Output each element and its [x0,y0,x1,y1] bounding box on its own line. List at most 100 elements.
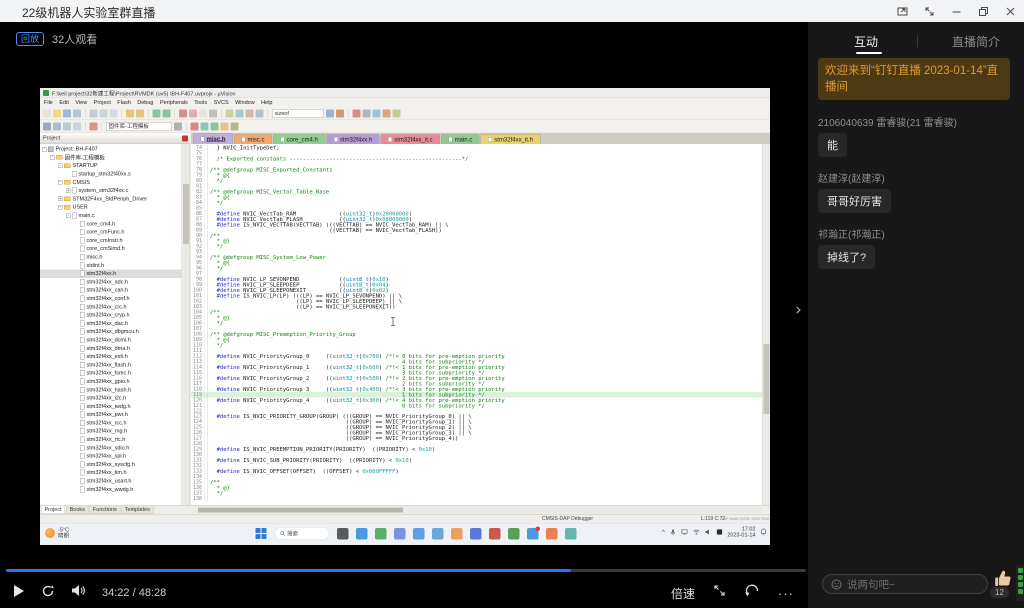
replay-button[interactable] [41,584,55,603]
start-button[interactable] [255,528,267,540]
tree-item[interactable]: stm32f4xx_i2c.h [40,394,182,402]
workspace-tab-functions[interactable]: Functions [89,506,121,514]
tree-item[interactable]: core_cmSimd.h [40,245,182,253]
toolbar-icon[interactable] [43,122,51,131]
toolbar-icon[interactable] [189,109,197,118]
emoji-icon[interactable] [831,579,842,590]
toolbar-icon[interactable] [53,109,61,118]
tree-expander[interactable]: - [42,147,47,152]
editor-tab[interactable]: stm32f4xx_it.h [480,134,541,144]
menu-project[interactable]: Project [94,100,111,106]
taskbar-app-icon[interactable] [394,527,406,540]
tree-item[interactable]: core_cmInstr.h [40,236,182,244]
menu-edit[interactable]: Edit [59,100,68,106]
toolbar-icon[interactable] [63,122,71,131]
editor-scrollbar[interactable] [762,144,770,505]
toolbar-icon[interactable] [352,109,361,118]
taskbar-app-icon[interactable] [565,527,577,540]
tab-interaction[interactable]: 互动 [854,33,878,50]
toolbar-icon[interactable] [199,109,207,118]
restore-icon[interactable] [978,6,989,17]
notification-bell-icon[interactable] [760,528,767,536]
taskbar-app-icon[interactable] [432,527,444,540]
tree-item[interactable]: stm32f4xx_gpio.h [40,377,182,385]
taskbar-app-icon[interactable] [451,527,463,540]
tree-item[interactable]: stm32f4xx_rcc.h [40,419,182,427]
toolbar-icon[interactable] [372,109,381,118]
reactions-widget[interactable] [1016,565,1024,601]
tree-item[interactable]: stm32f4xx_wwdg.h [40,485,182,493]
menu-view[interactable]: View [75,100,87,106]
target-select[interactable]: 固件库-工程模板 [106,121,172,131]
fullscreen-button[interactable] [713,584,726,602]
toolbar-icon[interactable] [53,122,61,131]
tree-expander[interactable]: - [58,163,63,168]
tree-item[interactable]: stm32f4xx_hash.h [40,386,182,394]
menu-tools[interactable]: Tools [194,100,207,106]
toolbar-icon[interactable] [235,109,244,118]
popout-icon[interactable] [897,6,908,17]
toolbar-icon[interactable] [89,122,98,131]
mirror-button[interactable] [744,584,760,602]
tree-item[interactable]: stm32f4xx_conf.h [40,294,182,302]
minimize-icon[interactable] [951,6,962,17]
tree-item[interactable]: stdint.h [40,261,182,269]
tree-item[interactable]: stm32f4xx_crc.h [40,303,182,311]
toolbar-icon[interactable] [336,109,344,118]
menu-window[interactable]: Window [235,100,255,106]
find-combobox[interactable]: sizeof [272,108,324,118]
toolbar-icon[interactable] [73,109,81,118]
menu-svcs[interactable]: SVCS [214,100,229,106]
toolbar-icon[interactable] [136,109,144,118]
tree-item[interactable]: - STARTUP [40,162,182,170]
toolbar-icon[interactable] [220,122,229,131]
toolbar-icon[interactable] [190,122,199,131]
editor-tab[interactable]: stm32f4xx_it.c [380,134,441,144]
menu-flash[interactable]: Flash [117,100,130,106]
tree-item[interactable]: stm32f4xx_syscfg.h [40,460,182,468]
tree-item[interactable]: + STM32F4xx_StdPeriph_Driver [40,195,182,203]
editor-tab[interactable]: stm32f4xx.h [326,134,380,144]
tree-item[interactable]: stm32f4xx_exti.h [40,352,182,360]
toolbar-icon[interactable] [209,109,217,118]
toolbar-icon[interactable] [225,109,234,118]
menu-peripherals[interactable]: Peripherals [160,100,188,106]
taskbar-app-icon[interactable] [527,526,540,540]
code-area[interactable]: 74 } NVIC_InitTypeDef; 75 76 /* Exported c… [191,144,762,505]
tree-item[interactable]: - USER [40,203,182,211]
toolbar-icon[interactable] [245,109,254,118]
project-tree-scrollbar[interactable] [181,144,190,505]
tree-item[interactable]: stm32f4xx_usart.h [40,477,182,485]
mic-icon[interactable] [669,529,676,536]
menu-help[interactable]: Help [261,100,272,106]
collapse-sidebar-chevron[interactable]: › [795,300,802,320]
wifi-icon[interactable] [692,529,700,536]
tree-item[interactable]: startup_stm32f40xx.s [40,170,182,178]
tree-item[interactable]: stm32f4xx_rtc.h [40,435,182,443]
taskbar-app-icon[interactable] [546,527,558,540]
tree-item[interactable]: + system_stm32f4xx.c [40,186,182,194]
toolbar-icon[interactable] [162,109,171,118]
menu-file[interactable]: File [44,100,53,106]
tree-item[interactable]: stm32f4xx_pwr.h [40,411,182,419]
workspace-tab-templates[interactable]: Templates [121,506,154,514]
tree-item[interactable]: - 固件库-工程模板 [40,153,182,161]
tree-item[interactable]: stm32f4xx_flash.h [40,361,182,369]
play-button[interactable] [12,584,25,603]
toolbar-icon[interactable] [326,109,334,118]
speed-button[interactable]: 倍速 [671,585,695,602]
volume-tray-icon[interactable] [704,529,711,536]
progress-bar[interactable] [6,569,806,572]
toolbar-icon[interactable] [99,109,108,118]
toolbar-icon[interactable] [200,122,209,131]
toolbar-icon[interactable] [43,109,51,118]
chat-input[interactable]: 说两句吧~ [822,574,988,594]
tree-item[interactable]: stm32f4xx_dcmi.h [40,336,182,344]
tree-item[interactable]: stm32f4xx_dbgmcu.h [40,328,182,336]
display-icon[interactable] [681,529,688,536]
tree-item[interactable]: stm32f4xx_adc.h [40,278,182,286]
tree-item[interactable]: misc.h [40,253,182,261]
tree-item[interactable]: stm32f4xx_sdio.h [40,444,182,452]
more-button[interactable]: ··· [778,586,794,601]
tree-item[interactable]: stm32f4xx_dma.h [40,344,182,352]
